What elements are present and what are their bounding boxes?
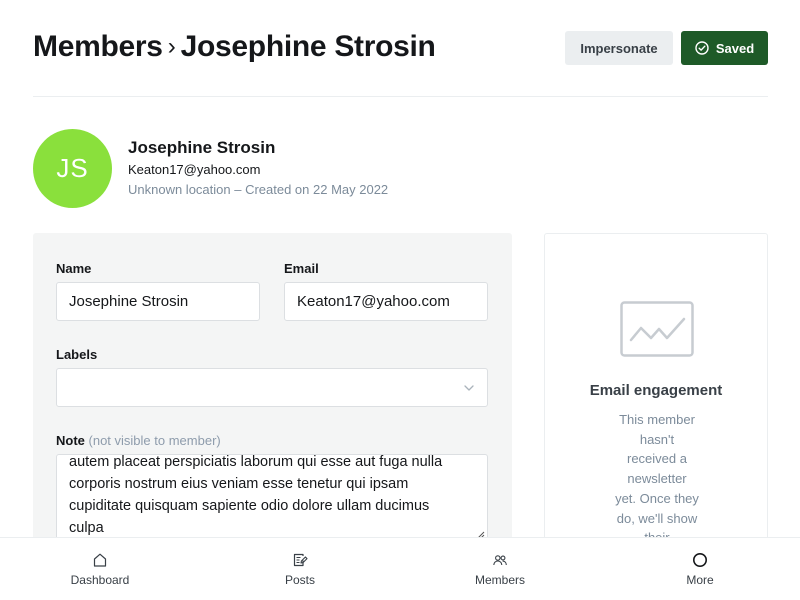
engagement-description: This member hasn't received a newsletter… [607,410,707,542]
chevron-down-icon [464,385,474,391]
engagement-line: do, we'll show [616,510,698,526]
nav-item-posts[interactable]: Posts [200,538,400,600]
nav-label: Members [474,573,525,587]
labels-select[interactable] [56,368,488,407]
labels-field-label: Labels [56,347,98,362]
engagement-line: hasn't [639,431,675,447]
home-icon [93,553,107,567]
member-name: Josephine Strosin [128,138,276,157]
impersonate-button[interactable]: Impersonate [565,31,673,65]
nav-label: Posts [284,573,315,587]
member-email: Keaton17@yahoo.com [128,162,261,177]
saved-button-label: Saved [715,40,755,56]
note-line: cupiditate quisquam sapiente odio dolore… [69,498,430,514]
saved-button[interactable]: Saved [681,31,768,65]
engagement-title: Email engagement [589,382,723,399]
email-input[interactable]: Keaton17@yahoo.com [284,282,488,321]
members-icon [493,555,507,566]
engagement-line: newsletter [627,471,687,487]
email-field-label: Email [284,261,319,276]
name-input[interactable]: Josephine Strosin [56,282,260,321]
posts-icon [293,553,308,567]
note-label-text: Note [56,433,85,448]
name-field-label: Name [56,261,92,276]
engagement-line: received a [627,451,687,467]
nav-label: More [686,573,714,587]
nav-item-members[interactable]: Members [400,538,600,600]
bottom-nav: Dashboard Posts Members More [0,537,800,600]
member-avatar: JS [33,129,112,208]
note-hint: (not visible to member) [88,433,221,448]
more-icon [693,553,707,567]
engagement-line: yet. Once they [615,490,699,506]
email-engagement-card: Email engagement This member hasn't rece… [544,233,768,543]
nav-label: Dashboard [70,573,130,587]
engagement-line: This member [619,412,695,427]
member-meta: Unknown location – Created on 22 May 202… [128,182,389,197]
note-line: autem placeat perspiciatis laborum qui e… [69,454,443,470]
page-header: Members › Josephine Strosin Impersonate Sa… [33,0,768,97]
breadcrumb-current: Josephine Strosin [180,30,436,63]
note-field-label: Note (not visible to member) [56,433,221,448]
breadcrumb-chevron-icon: › [167,33,176,60]
note-line: culpa [69,520,104,536]
note-text: autem placeat perspiciatis laborum qui e… [69,454,477,539]
page-title: Members › Josephine Strosin [33,30,436,64]
member-form: Name Josephine Strosin Email Keaton17@ya… [33,233,512,543]
breadcrumb-members-link[interactable]: Members [33,30,163,63]
note-textarea[interactable]: autem placeat perspiciatis laborum qui e… [56,454,488,542]
note-line: corporis nostrum eius veniam esse tenetu… [69,476,409,492]
activity-chart-icon [620,301,694,357]
nav-item-more[interactable]: More [600,538,800,600]
check-circle-icon [695,41,709,55]
nav-item-dashboard[interactable]: Dashboard [0,538,200,600]
